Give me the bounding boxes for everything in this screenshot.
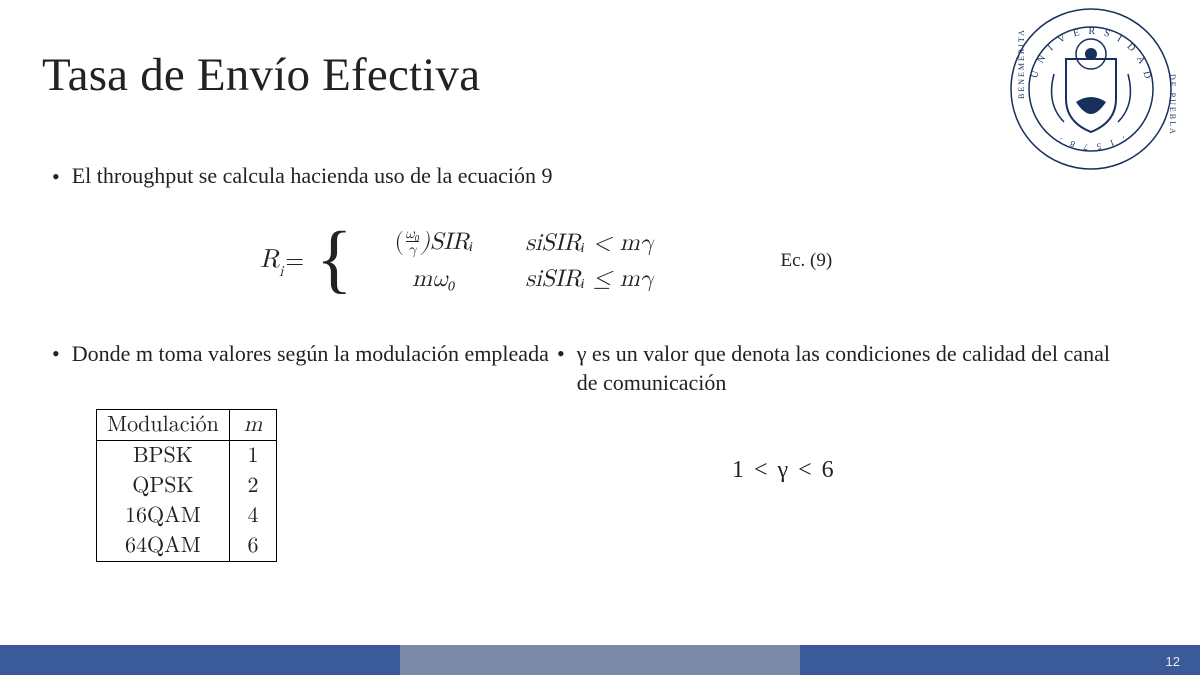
svg-text:BENEMÉRITA: BENEMÉRITA xyxy=(1016,28,1026,99)
table-row: 64QAM 6 xyxy=(97,531,277,562)
slide: Tasa de Envío Efectiva U N I V E R S I D… xyxy=(0,0,1200,675)
bullet-dot-icon: • xyxy=(52,163,60,191)
svg-text:DE PUEBLA: DE PUEBLA xyxy=(1168,74,1176,136)
svg-text:U N I V E R S I D A D A U T: U N I V E R S I D A D A U T Ó N O M A xyxy=(1006,4,1154,87)
right-bullet: • γ es un valor que denota las condicion… xyxy=(557,340,1117,397)
svg-text:· 1 5 7 8 ·: · 1 5 7 8 · xyxy=(1055,132,1128,152)
page-number: 12 xyxy=(1166,654,1180,669)
eq-lhs: Ri xyxy=(260,245,283,278)
eq-case2-cond: siSIRᵢ ≤ mγ xyxy=(511,265,710,294)
table-header-modulation: Modulación xyxy=(97,409,230,440)
bullet-dot-icon: • xyxy=(52,340,60,368)
gamma-range: 1 < γ < 6 xyxy=(732,457,1117,484)
footer-bar-center xyxy=(400,645,800,675)
university-seal-icon: U N I V E R S I D A D A U T Ó N O M A · … xyxy=(1006,4,1176,174)
bullet-intro: • El throughput se calcula hacienda uso … xyxy=(52,163,552,191)
eq-case-2: mω₀ siSIRᵢ ≤ mγ xyxy=(356,265,710,294)
table-row: QPSK 2 xyxy=(97,471,277,501)
modulation-table: Modulación m BPSK 1 QPSK 2 16QAM xyxy=(96,409,277,562)
eq-case2-expr: mω₀ xyxy=(356,265,511,294)
bullet-intro-text: El throughput se calcula hacienda uso de… xyxy=(72,163,553,189)
left-column: • Donde m toma valores según la modulaci… xyxy=(52,340,557,562)
table-row: 16QAM 4 xyxy=(97,501,277,531)
bullet-dot-icon: • xyxy=(557,340,565,368)
left-bullet: • Donde m toma valores según la modulaci… xyxy=(52,340,557,369)
page-title: Tasa de Envío Efectiva xyxy=(42,48,480,102)
left-bullet-text: Donde m toma valores según la modulación… xyxy=(72,340,549,369)
eq-case-1: (ω₀γ)SIRᵢ siSIRᵢ < mγ xyxy=(356,228,710,259)
eq-case1-cond: siSIRᵢ < mγ xyxy=(511,229,710,258)
table-header-m: m xyxy=(229,409,276,440)
fraction: ω₀γ xyxy=(404,226,421,257)
right-column: • γ es un valor que denota las condicion… xyxy=(557,340,1117,562)
right-bullet-text: γ es un valor que denota las condiciones… xyxy=(577,340,1117,397)
eq-equals: = xyxy=(283,247,306,276)
eq-cases: (ω₀γ)SIRᵢ siSIRᵢ < mγ mω₀ siSIRᵢ ≤ mγ xyxy=(356,228,710,294)
equation-block: Ri = { (ω₀γ)SIRᵢ siSIRᵢ < mγ mω₀ siSIRᵢ … xyxy=(260,228,832,294)
two-columns: • Donde m toma valores según la modulaci… xyxy=(52,340,1117,562)
equation-label: Ec. (9) xyxy=(780,250,832,272)
eq-case1-expr: (ω₀γ)SIRᵢ xyxy=(356,228,511,259)
table-row: BPSK 1 xyxy=(97,440,277,471)
